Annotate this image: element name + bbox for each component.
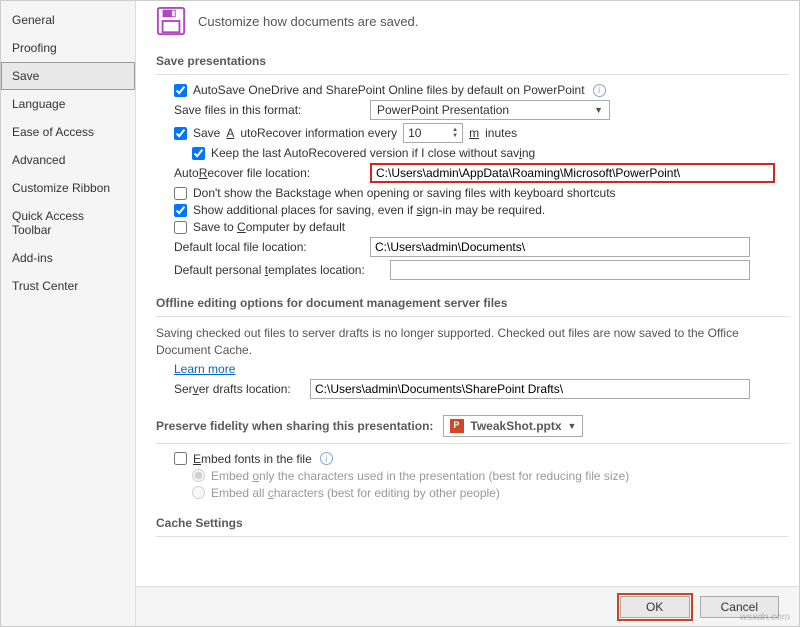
ok-button[interactable]: OK (620, 596, 690, 618)
section-header-preserve: Preserve fidelity when sharing this pres… (156, 409, 789, 444)
accel-a: A (226, 126, 234, 140)
section-header-save-presentations: Save presentations (156, 48, 789, 75)
radio-embed-all (192, 486, 205, 499)
sidebar-item-quick-access-toolbar[interactable]: Quick Access Toolbar (1, 202, 135, 244)
page-title: Customize how documents are saved. (198, 14, 418, 29)
checkbox-show-additional[interactable] (174, 204, 187, 217)
label-embed-all: Embed all characters (best for editing b… (211, 486, 500, 500)
sidebar-item-advanced[interactable]: Advanced (1, 146, 135, 174)
label-default-local: Default local file location: (174, 240, 364, 254)
link-learn-more[interactable]: Learn more (174, 362, 235, 376)
options-window: General Proofing Save Language Ease of A… (0, 0, 800, 627)
section-save-presentations: Save presentations AutoSave OneDrive and… (156, 48, 789, 280)
label-show-additional: Show additional places for saving, even … (193, 203, 545, 217)
section-cache: Cache Settings (156, 510, 789, 565)
spinner-autorecover-minutes[interactable]: 10 ▲▼ (403, 123, 463, 143)
label-server-drafts: Server drafts location: (174, 382, 304, 396)
row-autorecover-location: AutoRecover file location: (174, 163, 789, 183)
select-file-format-value: PowerPoint Presentation (377, 103, 509, 117)
input-default-local[interactable] (370, 237, 750, 257)
row-embed-only: Embed only the characters used in the pr… (192, 469, 789, 483)
row-default-local: Default local file location: (174, 237, 789, 257)
chevron-down-icon: ▼ (594, 105, 603, 115)
file-name: TweakShot.pptx (470, 419, 561, 433)
sidebar: General Proofing Save Language Ease of A… (1, 1, 136, 626)
sidebar-item-add-ins[interactable]: Add-ins (1, 244, 135, 272)
checkbox-embed-fonts[interactable] (174, 452, 187, 465)
label-default-templates: Default personal templates location: (174, 263, 384, 277)
section-header-offline: Offline editing options for document man… (156, 290, 789, 317)
label-autorecover-pre: Save (193, 126, 220, 140)
watermark: wsxdn.com (740, 612, 790, 623)
footer: OK Cancel (136, 586, 799, 626)
sidebar-item-ease-of-access[interactable]: Ease of Access (1, 118, 135, 146)
pptx-icon (450, 419, 464, 433)
checkbox-autorecover[interactable] (174, 127, 187, 140)
label-dont-show-backstage: Don't show the Backstage when opening or… (193, 186, 616, 200)
row-default-templates: Default personal templates location: (174, 260, 789, 280)
save-disk-icon (156, 6, 186, 36)
input-autorecover-location[interactable] (370, 163, 775, 183)
label-embed-only: Embed only the characters used in the pr… (211, 469, 629, 483)
spinner-arrows-icon: ▲▼ (452, 127, 458, 139)
row-save-to-computer: Save to Computer by default (174, 220, 789, 234)
label-autorecover-location: AutoRecover file location: (174, 166, 364, 180)
info-icon[interactable]: i (320, 452, 333, 465)
section-header-cache: Cache Settings (156, 510, 789, 537)
row-dont-show-backstage: Don't show the Backstage when opening or… (174, 186, 789, 200)
header-row: Customize how documents are saved. (156, 6, 789, 36)
sidebar-item-trust-center[interactable]: Trust Center (1, 272, 135, 300)
info-icon[interactable]: i (593, 84, 606, 97)
row-embed-all: Embed all characters (best for editing b… (192, 486, 789, 500)
label-minutes: inutes (485, 126, 517, 140)
sidebar-item-customize-ribbon[interactable]: Customize Ribbon (1, 174, 135, 202)
sidebar-item-proofing[interactable]: Proofing (1, 34, 135, 62)
label-embed-fonts: Embed fonts in the file (193, 452, 312, 466)
chevron-down-icon: ▼ (568, 421, 577, 431)
section-preserve: Preserve fidelity when sharing this pres… (156, 409, 789, 500)
checkbox-autosave[interactable] (174, 84, 187, 97)
checkbox-save-to-computer[interactable] (174, 221, 187, 234)
select-file-format[interactable]: PowerPoint Presentation ▼ (370, 100, 610, 120)
section-offline: Offline editing options for document man… (156, 290, 789, 399)
sidebar-item-general[interactable]: General (1, 6, 135, 34)
label-autosave: AutoSave OneDrive and SharePoint Online … (193, 83, 585, 97)
content-panel: Customize how documents are saved. Save … (136, 1, 799, 626)
checkbox-dont-show-backstage[interactable] (174, 187, 187, 200)
row-show-additional: Show additional places for saving, even … (174, 203, 789, 217)
row-format: Save files in this format: PowerPoint Pr… (174, 100, 789, 120)
sidebar-item-save[interactable]: Save (1, 62, 135, 90)
label-autorecover-mid: utoRecover information every (240, 126, 397, 140)
row-autosave: AutoSave OneDrive and SharePoint Online … (174, 83, 789, 97)
accel-m: m (469, 126, 479, 140)
checkbox-keep-last[interactable] (192, 147, 205, 160)
offline-desc: Saving checked out files to server draft… (156, 325, 789, 359)
scroll-area[interactable]: Customize how documents are saved. Save … (136, 1, 799, 588)
input-default-templates[interactable] (390, 260, 750, 280)
row-keep-last: Keep the last AutoRecovered version if I… (192, 146, 789, 160)
row-server-drafts: Server drafts location: (174, 379, 789, 399)
select-presentation-file[interactable]: TweakShot.pptx ▼ (443, 415, 583, 437)
sidebar-item-language[interactable]: Language (1, 90, 135, 118)
label-format: Save files in this format: (174, 103, 364, 117)
row-autorecover-every: Save AutoRecover information every 10 ▲▼… (174, 123, 789, 143)
spinner-value: 10 (408, 126, 421, 140)
label-keep-last: Keep the last AutoRecovered version if I… (211, 146, 535, 160)
label-save-to-computer: Save to Computer by default (193, 220, 345, 234)
input-server-drafts[interactable] (310, 379, 750, 399)
row-embed-fonts: Embed fonts in the file i (174, 452, 789, 466)
radio-embed-only (192, 469, 205, 482)
